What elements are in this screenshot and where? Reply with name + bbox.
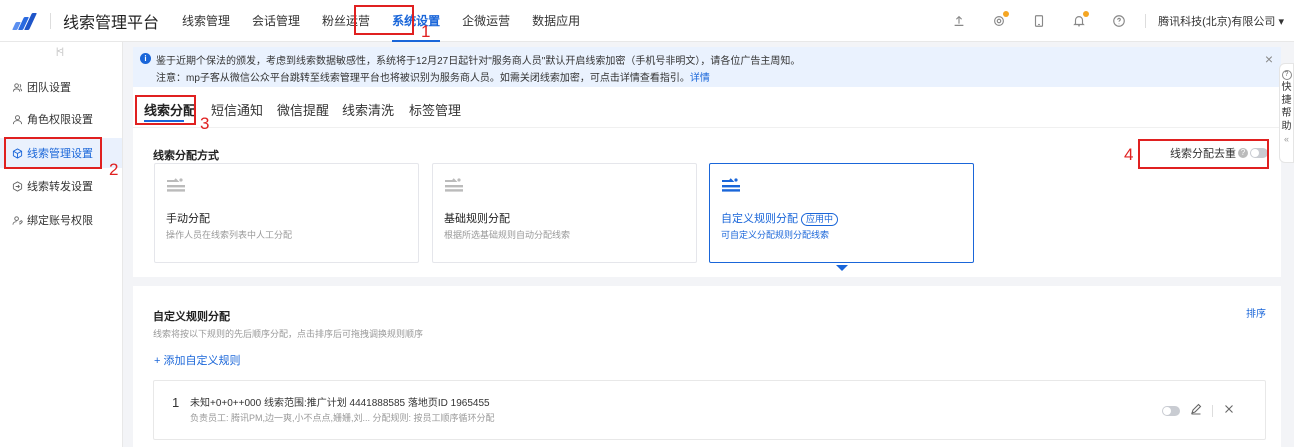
- main-nav: 线索管理 会话管理 粉丝运营 系统设置 企微运营 数据应用: [171, 0, 591, 42]
- rule-summary: 未知+0+0++000 线索范围:推广计划 4441888585 落地页ID 1…: [190, 398, 490, 409]
- actions-divider: [1212, 404, 1213, 417]
- info-icon: i: [140, 53, 151, 64]
- notice-line-2-text: 注意：mp子客从微信公众平台跳转至线索管理平台也将被识别为服务商人员。如需关闭线…: [156, 73, 690, 84]
- sort-button[interactable]: 排序: [1246, 305, 1266, 320]
- activity-icon[interactable]: [991, 11, 1010, 29]
- in-use-badge: 应用中: [801, 213, 839, 226]
- close-icon[interactable]: [1223, 403, 1235, 418]
- annotation-number-1: 1: [421, 22, 431, 41]
- bell-icon[interactable]: [1071, 11, 1090, 29]
- help-circle-icon: ?: [1281, 70, 1292, 80]
- help-icon[interactable]: [1111, 13, 1127, 29]
- user-icon: [12, 114, 23, 124]
- team-icon: [12, 82, 23, 92]
- close-icon[interactable]: ×: [1265, 51, 1273, 67]
- sidebar-item-lead-settings[interactable]: 线索管理设置: [0, 138, 122, 168]
- tab-lead-cleaning[interactable]: 线索清洗: [342, 100, 394, 119]
- dedupe-label: 线索分配去重: [1170, 148, 1236, 160]
- mobile-icon[interactable]: [1031, 13, 1047, 29]
- sidebar-item-label: 线索转发设置: [27, 181, 93, 193]
- method-name-text: 自定义规则分配: [721, 213, 798, 225]
- tab-wechat-reminder[interactable]: 微信提醒: [277, 100, 329, 119]
- dedupe-toggle[interactable]: [1250, 148, 1268, 158]
- sidebar: |<|: [0, 42, 123, 447]
- method-name: 手动分配: [166, 213, 210, 225]
- brand-logo: [12, 12, 40, 30]
- sidebar-item-label: 线索管理设置: [27, 148, 93, 160]
- nav-fan-operation[interactable]: 粉丝运营: [311, 0, 381, 42]
- tools-divider: [1145, 14, 1147, 28]
- rule-enable-toggle[interactable]: [1162, 405, 1180, 416]
- nav-system-settings[interactable]: 系统设置: [381, 0, 451, 42]
- helper-char: 快: [1281, 82, 1292, 93]
- notice-line-2: 注意：mp子客从微信公众平台跳转至线索管理平台也将被识别为服务商人员。如需关闭线…: [156, 69, 710, 84]
- method-card-basic-rule[interactable]: 基础规则分配 根据所选基础规则自动分配线索: [432, 163, 697, 263]
- helper-char: 助: [1281, 121, 1292, 132]
- question-icon[interactable]: ?: [1238, 148, 1248, 158]
- rule-index: 1: [172, 395, 180, 410]
- annotation-number-4: 4: [1124, 145, 1134, 164]
- method-desc: 操作人员在线索列表中人工分配: [166, 230, 293, 240]
- annotation-number-2: 2: [109, 160, 119, 179]
- logo-divider: [50, 12, 51, 29]
- method-name: 自定义规则分配 应用中: [721, 210, 839, 226]
- user-link-icon: [12, 215, 23, 225]
- rule-row[interactable]: 1 未知+0+0++000 线索范围:推广计划 4441888585 落地页ID…: [153, 380, 1266, 440]
- forward-icon: [12, 180, 23, 192]
- tab-tag-management[interactable]: 标签管理: [409, 100, 461, 119]
- top-right-tools: 腾讯科技(北京)有限公司 ▾: [939, 0, 1284, 42]
- rule-actions: [1162, 403, 1235, 418]
- add-custom-rule-button[interactable]: + 添加自定义规则: [154, 352, 240, 368]
- sidebar-item-role-permissions[interactable]: 角色权限设置: [0, 104, 122, 134]
- nav-lead-management[interactable]: 线索管理: [171, 0, 241, 42]
- notice-line-1: 鉴于近期个保法的颁发，考虑到线索数据敏感性，系统将于12月27日起针对"服务商人…: [156, 56, 801, 67]
- dedupe-setting: 线索分配去重 ?: [1170, 145, 1268, 161]
- sidebar-item-lead-forward[interactable]: 线索转发设置: [0, 171, 122, 201]
- helper-char: 帮: [1281, 108, 1292, 119]
- tab-sms-notice[interactable]: 短信通知: [211, 100, 263, 119]
- notice-details-link[interactable]: 详情: [690, 73, 710, 84]
- tab-lead-distribution[interactable]: 线索分配: [144, 100, 196, 119]
- distribution-method-title: 线索分配方式: [153, 150, 219, 162]
- custom-rules-title: 自定义规则分配: [153, 311, 230, 323]
- selected-caret-icon: [836, 265, 848, 271]
- active-tab-underline: [144, 120, 184, 122]
- sidebar-item-team[interactable]: 团队设置: [0, 72, 122, 102]
- sidebar-item-account-binding[interactable]: 绑定账号权限: [0, 205, 122, 235]
- chevron-left-icon[interactable]: «: [1284, 134, 1289, 144]
- nav-data-application[interactable]: 数据应用: [521, 0, 591, 42]
- quick-help-panel[interactable]: ? 快 捷 帮 助 «: [1279, 63, 1294, 163]
- app-title: 线索管理平台: [63, 14, 160, 32]
- rule-details: 负责员工: 腾讯PM,边一爽,小不点点,姗姗,刘... 分配规则: 按员工顺序循…: [190, 413, 495, 423]
- custom-rules-subtitle: 线索将按以下规则的先后顺序分配，点击排序后可拖拽调换规则顺序: [153, 329, 424, 339]
- method-card-custom-rule[interactable]: 自定义规则分配 应用中 可自定义分配规则分配线索: [709, 163, 974, 263]
- method-desc: 可自定义分配规则分配线索: [721, 230, 830, 240]
- annotation-number-3: 3: [200, 114, 210, 133]
- sidebar-item-label: 团队设置: [27, 82, 71, 94]
- method-card-manual[interactable]: 手动分配 操作人员在线索列表中人工分配: [154, 163, 419, 263]
- sidebar-collapse-icon[interactable]: |<|: [56, 46, 64, 56]
- distribute-icon: [167, 178, 185, 192]
- nav-session-management[interactable]: 会话管理: [241, 0, 311, 42]
- nav-wecom-operation[interactable]: 企微运营: [451, 0, 521, 42]
- company-dropdown[interactable]: 腾讯科技(北京)有限公司 ▾: [1158, 13, 1284, 29]
- method-name: 基础规则分配: [444, 213, 510, 225]
- settings-tabs: 线索分配 短信通知 微信提醒 线索清洗 标签管理: [133, 90, 1281, 128]
- distribute-icon: [445, 178, 463, 192]
- sidebar-item-label: 绑定账号权限: [27, 215, 93, 227]
- cube-icon: [12, 147, 23, 159]
- upload-icon[interactable]: [951, 13, 967, 29]
- distribute-icon: [722, 178, 740, 192]
- method-desc: 根据所选基础规则自动分配线索: [444, 230, 571, 240]
- edit-icon[interactable]: [1190, 403, 1202, 418]
- top-bar: 线索管理平台 线索管理 会话管理 粉丝运营 系统设置 企微运营 数据应用 腾讯科…: [0, 0, 1294, 42]
- helper-char: 捷: [1281, 95, 1292, 106]
- sidebar-item-label: 角色权限设置: [27, 114, 93, 126]
- encryption-notice: i 鉴于近期个保法的颁发，考虑到线索数据敏感性，系统将于12月27日起针对"服务…: [133, 47, 1281, 87]
